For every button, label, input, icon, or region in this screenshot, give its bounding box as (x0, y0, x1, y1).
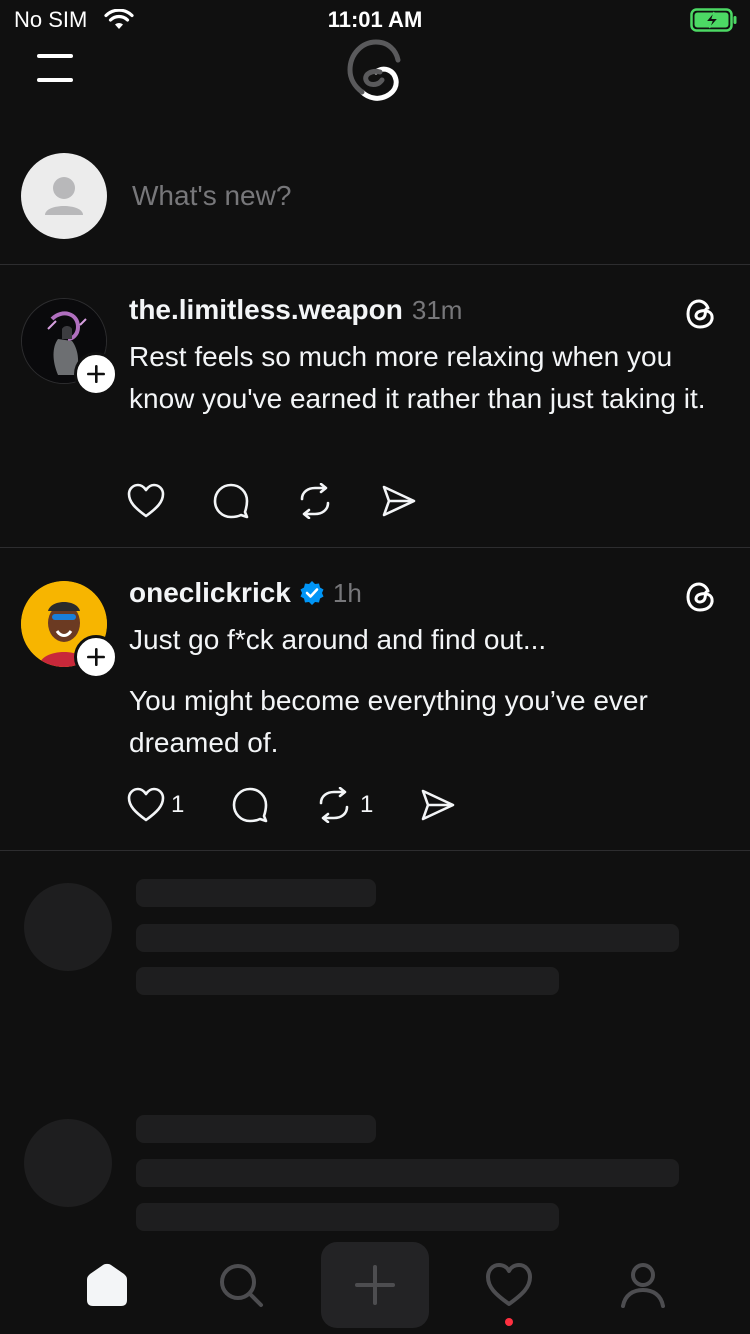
post-card[interactable]: the.limitless.weapon 31m Rest feels so m… (0, 265, 750, 547)
post-body: Just go f*ck around and find out... You … (129, 619, 729, 764)
tab-activity[interactable] (459, 1245, 559, 1325)
battery-charging-icon (690, 8, 737, 32)
skeleton-avatar (24, 883, 112, 971)
repost-count: 1 (360, 791, 374, 818)
home-icon (87, 1263, 127, 1306)
post-text: You might become everything you’ve ever … (129, 685, 648, 758)
default-avatar-icon (45, 177, 83, 215)
post-card[interactable]: oneclickrick 1h Just go f*ck around and … (0, 548, 750, 850)
comment-icon[interactable] (231, 787, 269, 823)
post-header: oneclickrick 1h (129, 577, 362, 609)
skeleton-line (136, 1203, 559, 1231)
composer-input[interactable] (132, 178, 692, 214)
tab-profile[interactable] (593, 1245, 693, 1325)
composer-avatar[interactable] (21, 153, 107, 239)
post-username[interactable]: the.limitless.weapon (129, 294, 403, 326)
skeleton-line (136, 1159, 679, 1187)
like-icon[interactable] (127, 483, 165, 519)
profile-icon (621, 1263, 665, 1308)
post-timestamp: 31m (411, 295, 463, 325)
post-body: Rest feels so much more relaxing when yo… (129, 336, 729, 420)
post-text: Rest feels so much more relaxing when yo… (129, 341, 706, 414)
notification-dot (505, 1318, 513, 1326)
plus-icon (87, 648, 105, 666)
like-icon[interactable] (127, 787, 165, 823)
share-icon[interactable] (419, 787, 457, 823)
comment-icon[interactable] (212, 483, 250, 519)
menu-icon[interactable] (37, 52, 75, 84)
skeleton-line (136, 1115, 376, 1143)
repost-icon[interactable] (296, 483, 334, 519)
skeleton-avatar (24, 1119, 112, 1207)
skeleton-line (136, 879, 376, 907)
post-timestamp: 1h (332, 578, 362, 608)
plus-icon (355, 1265, 395, 1305)
loading-skeleton (0, 851, 750, 1231)
skeleton-line (136, 924, 679, 952)
threads-icon[interactable] (684, 297, 718, 331)
status-time: 11:01 AM (327, 7, 423, 32)
post-text: Just go f*ck around and find out... (129, 624, 547, 655)
repost-icon[interactable] (315, 787, 353, 823)
heart-icon (486, 1263, 532, 1306)
plus-icon (87, 365, 105, 383)
like-count: 1 (171, 791, 185, 818)
skeleton-line (136, 967, 559, 995)
tab-search[interactable] (191, 1245, 291, 1325)
threads-logo-icon[interactable] (340, 36, 410, 106)
tab-home[interactable] (57, 1245, 157, 1325)
tab-new-post[interactable] (321, 1242, 429, 1328)
verified-badge-icon (300, 581, 324, 605)
post-username[interactable]: oneclickrick (129, 577, 291, 609)
search-icon (220, 1264, 263, 1307)
threads-icon[interactable] (684, 580, 718, 614)
share-icon[interactable] (380, 483, 418, 519)
post-header: the.limitless.weapon 31m (129, 294, 462, 326)
follow-button[interactable] (74, 352, 118, 396)
follow-button[interactable] (74, 635, 118, 679)
